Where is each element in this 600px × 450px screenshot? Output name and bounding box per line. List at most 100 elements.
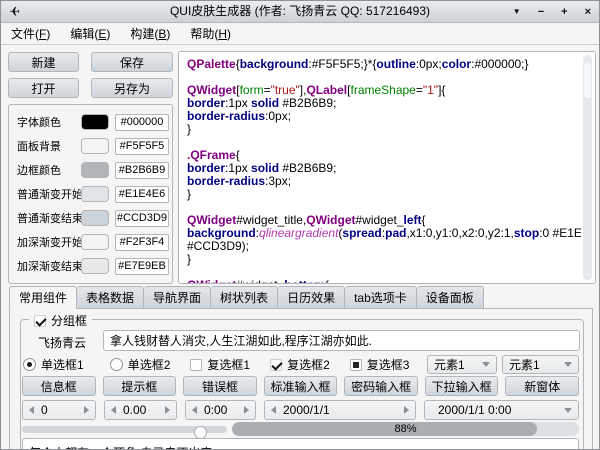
radio-label: 单选框1	[41, 356, 84, 373]
spinner-int[interactable]: 0	[22, 400, 96, 420]
menu-item-edit[interactable]: 编辑(E)	[60, 25, 120, 42]
code-line: }	[187, 253, 581, 266]
color-row-panel-background: 面板背景 #F5F5F5	[9, 134, 172, 158]
close-icon[interactable]: ×	[585, 7, 591, 18]
spin-up-icon[interactable]	[404, 406, 409, 414]
window-title: QUI皮肤生成器 (作者: 飞扬青云 QQ: 517216493)	[1, 1, 599, 23]
color-row-normal-gradient-end: 普通渐变结束 #CCD3D9	[9, 206, 172, 230]
titlebar[interactable]: ✈ QUI皮肤生成器 (作者: 飞扬青云 QQ: 517216493) ▼−+×	[1, 1, 599, 23]
color-hex-field[interactable]: #E7E9EB	[115, 258, 169, 275]
tab-calendar[interactable]: 日历效果	[278, 286, 345, 309]
code-line: QPalette{background:#F5F5F5;}*{outline:0…	[187, 58, 581, 71]
checkbox-3[interactable]: 复选框3	[350, 356, 410, 373]
color-hex-field[interactable]: #F2F3F4	[115, 234, 169, 251]
spin-down-icon[interactable]	[271, 406, 276, 414]
scrollbar[interactable]	[583, 55, 592, 280]
scrollbar-thumb[interactable]	[584, 63, 591, 98]
groupbox-checkbox[interactable]	[34, 315, 46, 327]
combo-value: 元素1	[434, 356, 465, 373]
input-standard-button[interactable]: 标准输入框	[264, 376, 338, 396]
color-hex-field[interactable]: #F5F5F5	[115, 138, 169, 155]
tab-table[interactable]: 表格数据	[77, 286, 144, 309]
color-swatch[interactable]	[81, 258, 109, 274]
color-hex-field[interactable]: #000000	[115, 114, 169, 131]
color-settings-frame: 字体颜色#000000面板背景#F5F5F5边框颜色#B2B6B9普通渐变开始#…	[8, 104, 173, 284]
color-hex-field[interactable]: #E1E4E6	[115, 186, 169, 203]
radio-2[interactable]: 单选框2	[110, 356, 171, 373]
checkbox-glyph	[350, 359, 362, 371]
color-label: 边框颜色	[17, 162, 81, 178]
color-label: 加深渐变结束	[17, 258, 81, 274]
new-window-button[interactable]: 新窗体	[505, 376, 579, 396]
color-hex-field[interactable]: #B2B6B9	[115, 162, 169, 179]
spinner-value: 2000/1/1	[283, 403, 397, 417]
app-window: ✈ QUI皮肤生成器 (作者: 飞扬青云 QQ: 517216493) ▼−+×…	[0, 0, 600, 450]
menu-item-file[interactable]: 文件(F)	[1, 25, 60, 42]
chevron-down-icon	[564, 408, 572, 413]
color-swatch[interactable]	[81, 138, 109, 154]
tab-nav[interactable]: 导航界面	[144, 286, 211, 309]
tab-common[interactable]: 常用组件	[9, 286, 77, 309]
save-button[interactable]: 保存	[91, 52, 173, 72]
checkbox-label: 复选框2	[287, 356, 330, 373]
menu-item-build[interactable]: 构建(B)	[120, 25, 180, 42]
info-button[interactable]: 信息框	[22, 376, 96, 396]
tab-device[interactable]: 设备面板	[417, 286, 484, 309]
minimize-icon[interactable]: −	[538, 7, 544, 18]
color-swatch[interactable]	[81, 210, 109, 226]
spinner-value: 0.00	[123, 403, 158, 417]
tab-tabpage[interactable]: tab选项卡	[345, 286, 417, 309]
tabbar: 常用组件表格数据导航界面树状列表日历效果tab选项卡设备面板	[9, 286, 484, 309]
spinner-datetime[interactable]: 2000/1/1 0:00	[424, 400, 579, 420]
color-label: 普通渐变结束	[17, 210, 81, 226]
save-as-button[interactable]: 另存为	[91, 78, 173, 98]
new-button[interactable]: 新建	[8, 52, 79, 72]
color-swatch[interactable]	[81, 234, 109, 250]
spin-up-icon[interactable]	[165, 406, 170, 414]
color-swatch[interactable]	[81, 162, 109, 178]
open-button[interactable]: 打开	[8, 78, 79, 98]
input-password-button[interactable]: 密码输入框	[344, 376, 418, 396]
spinner-date[interactable]: 2000/1/1	[264, 400, 416, 420]
error-button[interactable]: 错误框	[183, 376, 257, 396]
groupbox-title[interactable]: 分组框	[29, 312, 92, 329]
radio-1[interactable]: 单选框1	[23, 356, 84, 373]
menu-item-help[interactable]: 帮助(H)	[180, 25, 241, 42]
menu-icon[interactable]: ▼	[513, 8, 521, 16]
color-swatch[interactable]	[81, 186, 109, 202]
code-line: border-radius:0px;	[187, 110, 581, 123]
checkbox-label: 复选框3	[367, 356, 410, 373]
combo-1[interactable]: 元素1	[427, 355, 497, 374]
radio-label: 单选框2	[128, 356, 171, 373]
hint-button[interactable]: 提示框	[103, 376, 177, 396]
code-line: border-radius:3px;	[187, 175, 581, 188]
spin-up-icon[interactable]	[84, 406, 89, 414]
bottom-text: 每个人都有一个死角,自己走不出来	[23, 439, 578, 450]
dialog-buttons-row: 信息框提示框错误框标准输入框密码输入框下拉输入框新窗体	[22, 376, 579, 396]
color-hex-field[interactable]: #CCD3D9	[115, 210, 169, 227]
code-line: }	[187, 188, 581, 201]
author-input[interactable]: 拿人钱财替人消灾,人生江湖如此,程序江湖亦如此.	[103, 330, 580, 351]
color-swatch[interactable]	[81, 114, 109, 130]
spin-down-icon[interactable]	[29, 406, 34, 414]
tab-tree[interactable]: 树状列表	[211, 286, 278, 309]
combo-2[interactable]: 元素1	[502, 355, 579, 374]
maximize-icon[interactable]: +	[561, 7, 567, 18]
spin-down-icon[interactable]	[111, 406, 116, 414]
qss-code-editor[interactable]: QPalette{background:#F5F5F5;}*{outline:0…	[178, 51, 596, 284]
checkbox-2[interactable]: 复选框2	[270, 356, 330, 373]
groupbox-title-label: 分组框	[51, 312, 87, 329]
spinner-double[interactable]: 0.00	[104, 400, 177, 420]
spinner-time[interactable]: 0:00	[185, 400, 256, 420]
color-label: 面板背景	[17, 138, 81, 154]
slider-progress-row: 88%	[22, 422, 579, 436]
qss-code: QPalette{background:#F5F5F5;}*{outline:0…	[187, 58, 581, 283]
checkbox-1[interactable]: 复选框1	[190, 356, 250, 373]
slider[interactable]	[22, 426, 227, 433]
spinner-value: 0	[41, 403, 77, 417]
menubar: 文件(F)编辑(E)构建(B)帮助(H)	[1, 23, 599, 45]
bottom-textedit[interactable]: 每个人都有一个死角,自己走不出来	[22, 438, 579, 450]
input-dropdown-button[interactable]: 下拉输入框	[425, 376, 499, 396]
spin-up-icon[interactable]	[244, 406, 249, 414]
spin-down-icon[interactable]	[192, 406, 197, 414]
